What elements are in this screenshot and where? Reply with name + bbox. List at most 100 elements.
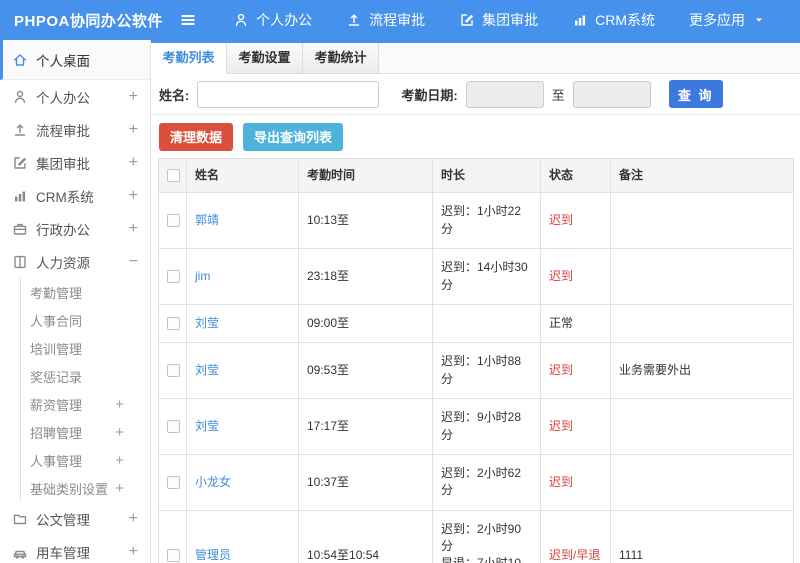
sidebar-item-vehicle[interactable]: 用车管理 + bbox=[0, 535, 150, 563]
top-nav-more-apps[interactable]: 更多应用 bbox=[689, 10, 766, 30]
clear-data-button[interactable]: 清理数据 bbox=[159, 122, 234, 151]
row-checkbox[interactable] bbox=[167, 270, 180, 284]
sidebar: 个人桌面 个人办公 + 流程审批 + 集团审批 + CRM系统 + 行政办公 + 人力资源 − 考勤管理人… bbox=[0, 40, 151, 563]
tab-attendance-stats[interactable]: 考勤统计 bbox=[303, 43, 379, 74]
status-cell: 迟到 bbox=[540, 454, 611, 511]
duration-cell: 迟到：2小时62分 bbox=[432, 454, 541, 511]
note-cell bbox=[610, 398, 794, 455]
sidebar-subitem-reward-punish[interactable]: 奖惩记录 bbox=[21, 362, 150, 390]
sidebar-item-label: 个人办公 bbox=[36, 90, 90, 106]
sidebar-item-personal-office[interactable]: 个人办公 + bbox=[0, 80, 150, 113]
expand-toggle-icon[interactable]: + bbox=[129, 187, 138, 205]
status-cell: 迟到 bbox=[540, 248, 611, 305]
top-nav-group-approval[interactable]: 集团审批 bbox=[459, 10, 538, 30]
hamburger-icon bbox=[181, 15, 195, 25]
name-input[interactable] bbox=[197, 80, 380, 108]
brand-title: PHPOA协同办公软件 bbox=[14, 12, 163, 30]
column-header: 姓名 bbox=[186, 158, 299, 194]
status-cell: 正常 bbox=[540, 304, 611, 344]
top-nav-label: 集团审批 bbox=[482, 12, 539, 28]
app-window: PHPOA协同办公软件 个人办公 流程审批 集团审批 CRM系统 更多应用 个人桌面 个人… bbox=[0, 0, 800, 563]
menu-toggle-button[interactable] bbox=[171, 11, 205, 29]
table-header-row: 姓名 考勤时间 时长 状态 备注 bbox=[158, 158, 794, 194]
expand-toggle-icon[interactable]: + bbox=[115, 396, 124, 413]
row-checkbox[interactable] bbox=[167, 214, 180, 228]
status-cell: 迟到/早退 bbox=[540, 510, 611, 563]
sidebar-item-group-approval[interactable]: 集团审批 + bbox=[0, 146, 150, 179]
tab-attendance-settings[interactable]: 考勤设置 bbox=[227, 43, 303, 74]
name-cell[interactable]: 刘莹 bbox=[186, 342, 299, 400]
sidebar-subitem-hr-mgmt[interactable]: 人事管理 + bbox=[21, 446, 150, 474]
expand-toggle-icon[interactable]: + bbox=[129, 88, 138, 106]
expand-toggle-icon[interactable]: + bbox=[129, 121, 138, 139]
sidebar-item-label: 用车管理 bbox=[36, 545, 90, 561]
sidebar-subitem-label: 招聘管理 bbox=[30, 425, 83, 441]
sidebar-subitem-attendance[interactable]: 考勤管理 bbox=[21, 278, 150, 306]
date-to-input[interactable] bbox=[572, 80, 651, 108]
sidebar-item-hr[interactable]: 人力资源 − bbox=[0, 245, 150, 278]
book-icon bbox=[14, 255, 26, 268]
expand-toggle-icon[interactable]: + bbox=[115, 452, 124, 469]
edit-icon bbox=[461, 14, 474, 26]
name-cell[interactable]: 郭靖 bbox=[186, 192, 299, 250]
sidebar-subitem-salary[interactable]: 薪资管理 + bbox=[21, 390, 150, 418]
top-nav-label: 个人办公 bbox=[256, 12, 313, 28]
top-nav-personal-office[interactable]: 个人办公 bbox=[233, 10, 312, 30]
expand-toggle-icon[interactable]: − bbox=[129, 253, 138, 271]
expand-toggle-icon[interactable]: + bbox=[129, 154, 138, 172]
flow-icon bbox=[14, 123, 26, 136]
expand-toggle-icon[interactable]: + bbox=[115, 424, 124, 441]
duration-cell: 迟到：1小时88分 bbox=[432, 342, 541, 400]
sidebar-submenu-hr: 考勤管理 人事合同 培训管理 奖惩记录 薪资管理 + 招聘管理 + 人事管理 + 基础类别设置 + bbox=[20, 278, 150, 502]
tab-attendance-list[interactable]: 考勤列表 bbox=[151, 43, 227, 74]
status-cell: 迟到 bbox=[540, 342, 611, 400]
sidebar-item-crm[interactable]: CRM系统 + bbox=[0, 179, 150, 212]
expand-toggle-icon[interactable]: + bbox=[129, 220, 138, 238]
row-checkbox[interactable] bbox=[167, 317, 180, 331]
expand-toggle-icon[interactable]: + bbox=[129, 510, 138, 528]
sidebar-item-flow-approval[interactable]: 流程审批 + bbox=[0, 113, 150, 146]
row-checkbox[interactable] bbox=[167, 549, 180, 563]
tab-filler bbox=[379, 43, 800, 74]
sidebar-item-document[interactable]: 公文管理 + bbox=[0, 502, 150, 535]
name-cell[interactable]: jim bbox=[186, 248, 299, 305]
sidebar-subitem-label: 奖惩记录 bbox=[30, 369, 83, 385]
sidebar-item-personal-desktop[interactable]: 个人桌面 bbox=[0, 40, 150, 80]
time-cell: 17:17至 bbox=[298, 398, 433, 455]
column-header: 备注 bbox=[610, 158, 794, 194]
name-cell[interactable]: 刘莹 bbox=[186, 304, 299, 344]
sidebar-subitem-training[interactable]: 培训管理 bbox=[21, 334, 150, 362]
sidebar-subitem-recruit[interactable]: 招聘管理 + bbox=[21, 418, 150, 446]
query-button[interactable]: 查 询 bbox=[668, 80, 723, 108]
action-bar: 清理数据 导出查询列表 bbox=[151, 115, 800, 158]
row-checkbox[interactable] bbox=[167, 420, 180, 434]
sidebar-item-label: 集团审批 bbox=[36, 156, 90, 172]
select-all-checkbox[interactable] bbox=[167, 169, 180, 183]
sidebar-subitem-label: 薪资管理 bbox=[30, 397, 83, 413]
home-icon bbox=[13, 53, 27, 66]
expand-toggle-icon[interactable]: + bbox=[129, 543, 138, 561]
sidebar-item-admin-office[interactable]: 行政办公 + bbox=[0, 212, 150, 245]
table-row: 管理员10:54至10:54迟到：2小时90分早退：7小时10分迟到/早退111… bbox=[158, 510, 794, 563]
row-checkbox[interactable] bbox=[167, 364, 180, 378]
note-cell bbox=[610, 248, 794, 305]
person-icon bbox=[236, 13, 247, 27]
top-nav-label: 流程审批 bbox=[369, 12, 426, 28]
top-nav-crm[interactable]: CRM系统 bbox=[572, 10, 655, 30]
top-nav-flow-approval[interactable]: 流程审批 bbox=[346, 10, 425, 30]
row-checkbox[interactable] bbox=[167, 475, 180, 489]
person-icon bbox=[14, 90, 26, 103]
note-cell: 1111 bbox=[610, 510, 794, 563]
sidebar-subitem-hr-contract[interactable]: 人事合同 bbox=[21, 306, 150, 334]
sidebar-item-label: 公文管理 bbox=[36, 512, 90, 528]
status-cell: 迟到 bbox=[540, 192, 611, 250]
expand-toggle-icon[interactable]: + bbox=[115, 480, 124, 497]
name-cell[interactable]: 刘莹 bbox=[186, 398, 299, 455]
export-list-button[interactable]: 导出查询列表 bbox=[243, 122, 344, 151]
note-cell bbox=[610, 192, 794, 250]
table-row: 刘莹 17:17至 迟到：9小时28分 迟到 bbox=[158, 398, 794, 455]
name-cell[interactable]: 管理员 bbox=[186, 510, 299, 563]
sidebar-subitem-base-category[interactable]: 基础类别设置 + bbox=[21, 474, 150, 502]
name-cell[interactable]: 小龙女 bbox=[186, 454, 299, 511]
date-from-input[interactable] bbox=[465, 80, 544, 108]
